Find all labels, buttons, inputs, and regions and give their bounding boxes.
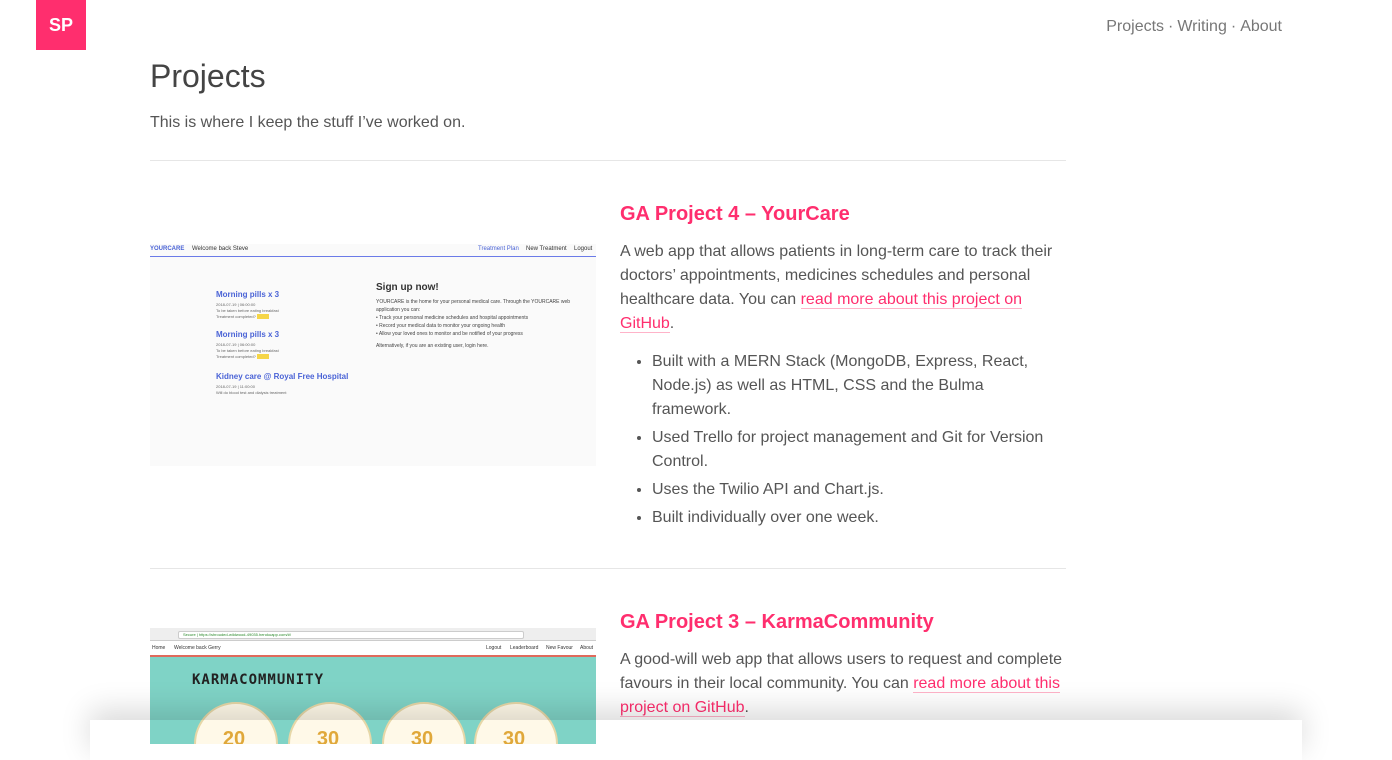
- project-info: GA Project 4 – YourCare A web app that a…: [620, 200, 1066, 534]
- nav-projects[interactable]: Projects: [1106, 18, 1164, 35]
- divider: [150, 160, 1066, 161]
- list-item: Uses the Twilio API and Chart.js.: [652, 478, 1066, 502]
- thumb-item-title: Morning pills x 3: [216, 290, 280, 299]
- divider: [150, 568, 1066, 569]
- nav-about[interactable]: About: [1240, 18, 1282, 35]
- top-nav: Projects · Writing · About: [1106, 18, 1282, 36]
- thumb-title: KARMACOMMUNITY: [192, 672, 325, 688]
- thumb-url: Secure | https://shrouded-wildwood-49035…: [178, 631, 524, 639]
- list-item: Built individually over one week.: [652, 506, 1066, 530]
- thumb-item-meta: 2018-07-19 | 06:00:00 To be taken before…: [216, 342, 279, 360]
- nav-writing[interactable]: Writing: [1177, 18, 1227, 35]
- thumb-nav-item: Treatment Plan: [478, 246, 519, 252]
- list-item: Built with a MERN Stack (MongoDB, Expres…: [652, 350, 1066, 422]
- thumb-browser-bar: Secure | https://shrouded-wildwood-49035…: [150, 628, 596, 641]
- thumb-item-title: Morning pills x 3: [216, 330, 280, 339]
- thumb-welcome: Welcome back Steve: [192, 246, 249, 252]
- project-title[interactable]: GA Project 3 – KarmaCommunity: [620, 608, 1066, 636]
- thumb-item-meta: 2018-07-19 | 11:00:00 Will do blood test…: [216, 384, 287, 395]
- nav-separator: ·: [1168, 18, 1174, 35]
- project-title[interactable]: GA Project 4 – YourCare: [620, 200, 1066, 228]
- project-info: GA Project 3 – KarmaCommunity A good-wil…: [620, 608, 1066, 720]
- list-item: Used Trello for project management and G…: [652, 426, 1066, 474]
- logo[interactable]: SP: [36, 0, 86, 50]
- project-description: A web app that allows patients in long-t…: [620, 243, 1053, 333]
- thumb-navbar: YOURCARE Welcome back Steve Treatment Pl…: [150, 244, 596, 257]
- project-bullets: Built with a MERN Stack (MongoDB, Expres…: [620, 350, 1066, 530]
- thumb-menu: Home Welcome back Gerry Logout Leaderboa…: [150, 641, 596, 657]
- thumb-nav-item: New Treatment: [526, 246, 567, 252]
- thumb-brand: YOURCARE: [150, 246, 185, 252]
- footer-shadow: [90, 720, 1302, 760]
- project-description: A good-will web app that allows users to…: [620, 651, 1063, 717]
- page-subtitle: This is where I keep the stuff I’ve work…: [150, 114, 466, 131]
- thumb-signup-title: Sign up now!: [376, 282, 439, 293]
- thumb-item-meta: 2018-07-19 | 06:00:00 To be taken before…: [216, 302, 279, 320]
- thumb-nav-item: Logout: [574, 246, 593, 252]
- nav-separator: ·: [1230, 18, 1237, 35]
- page-title: Projects: [150, 58, 266, 94]
- thumb-item-title: Kidney care @ Royal Free Hospital: [216, 372, 349, 381]
- thumb-signup-text: YOURCARE is the home for your personal m…: [376, 299, 571, 349]
- project-thumbnail[interactable]: YOURCARE Welcome back Steve Treatment Pl…: [150, 244, 596, 466]
